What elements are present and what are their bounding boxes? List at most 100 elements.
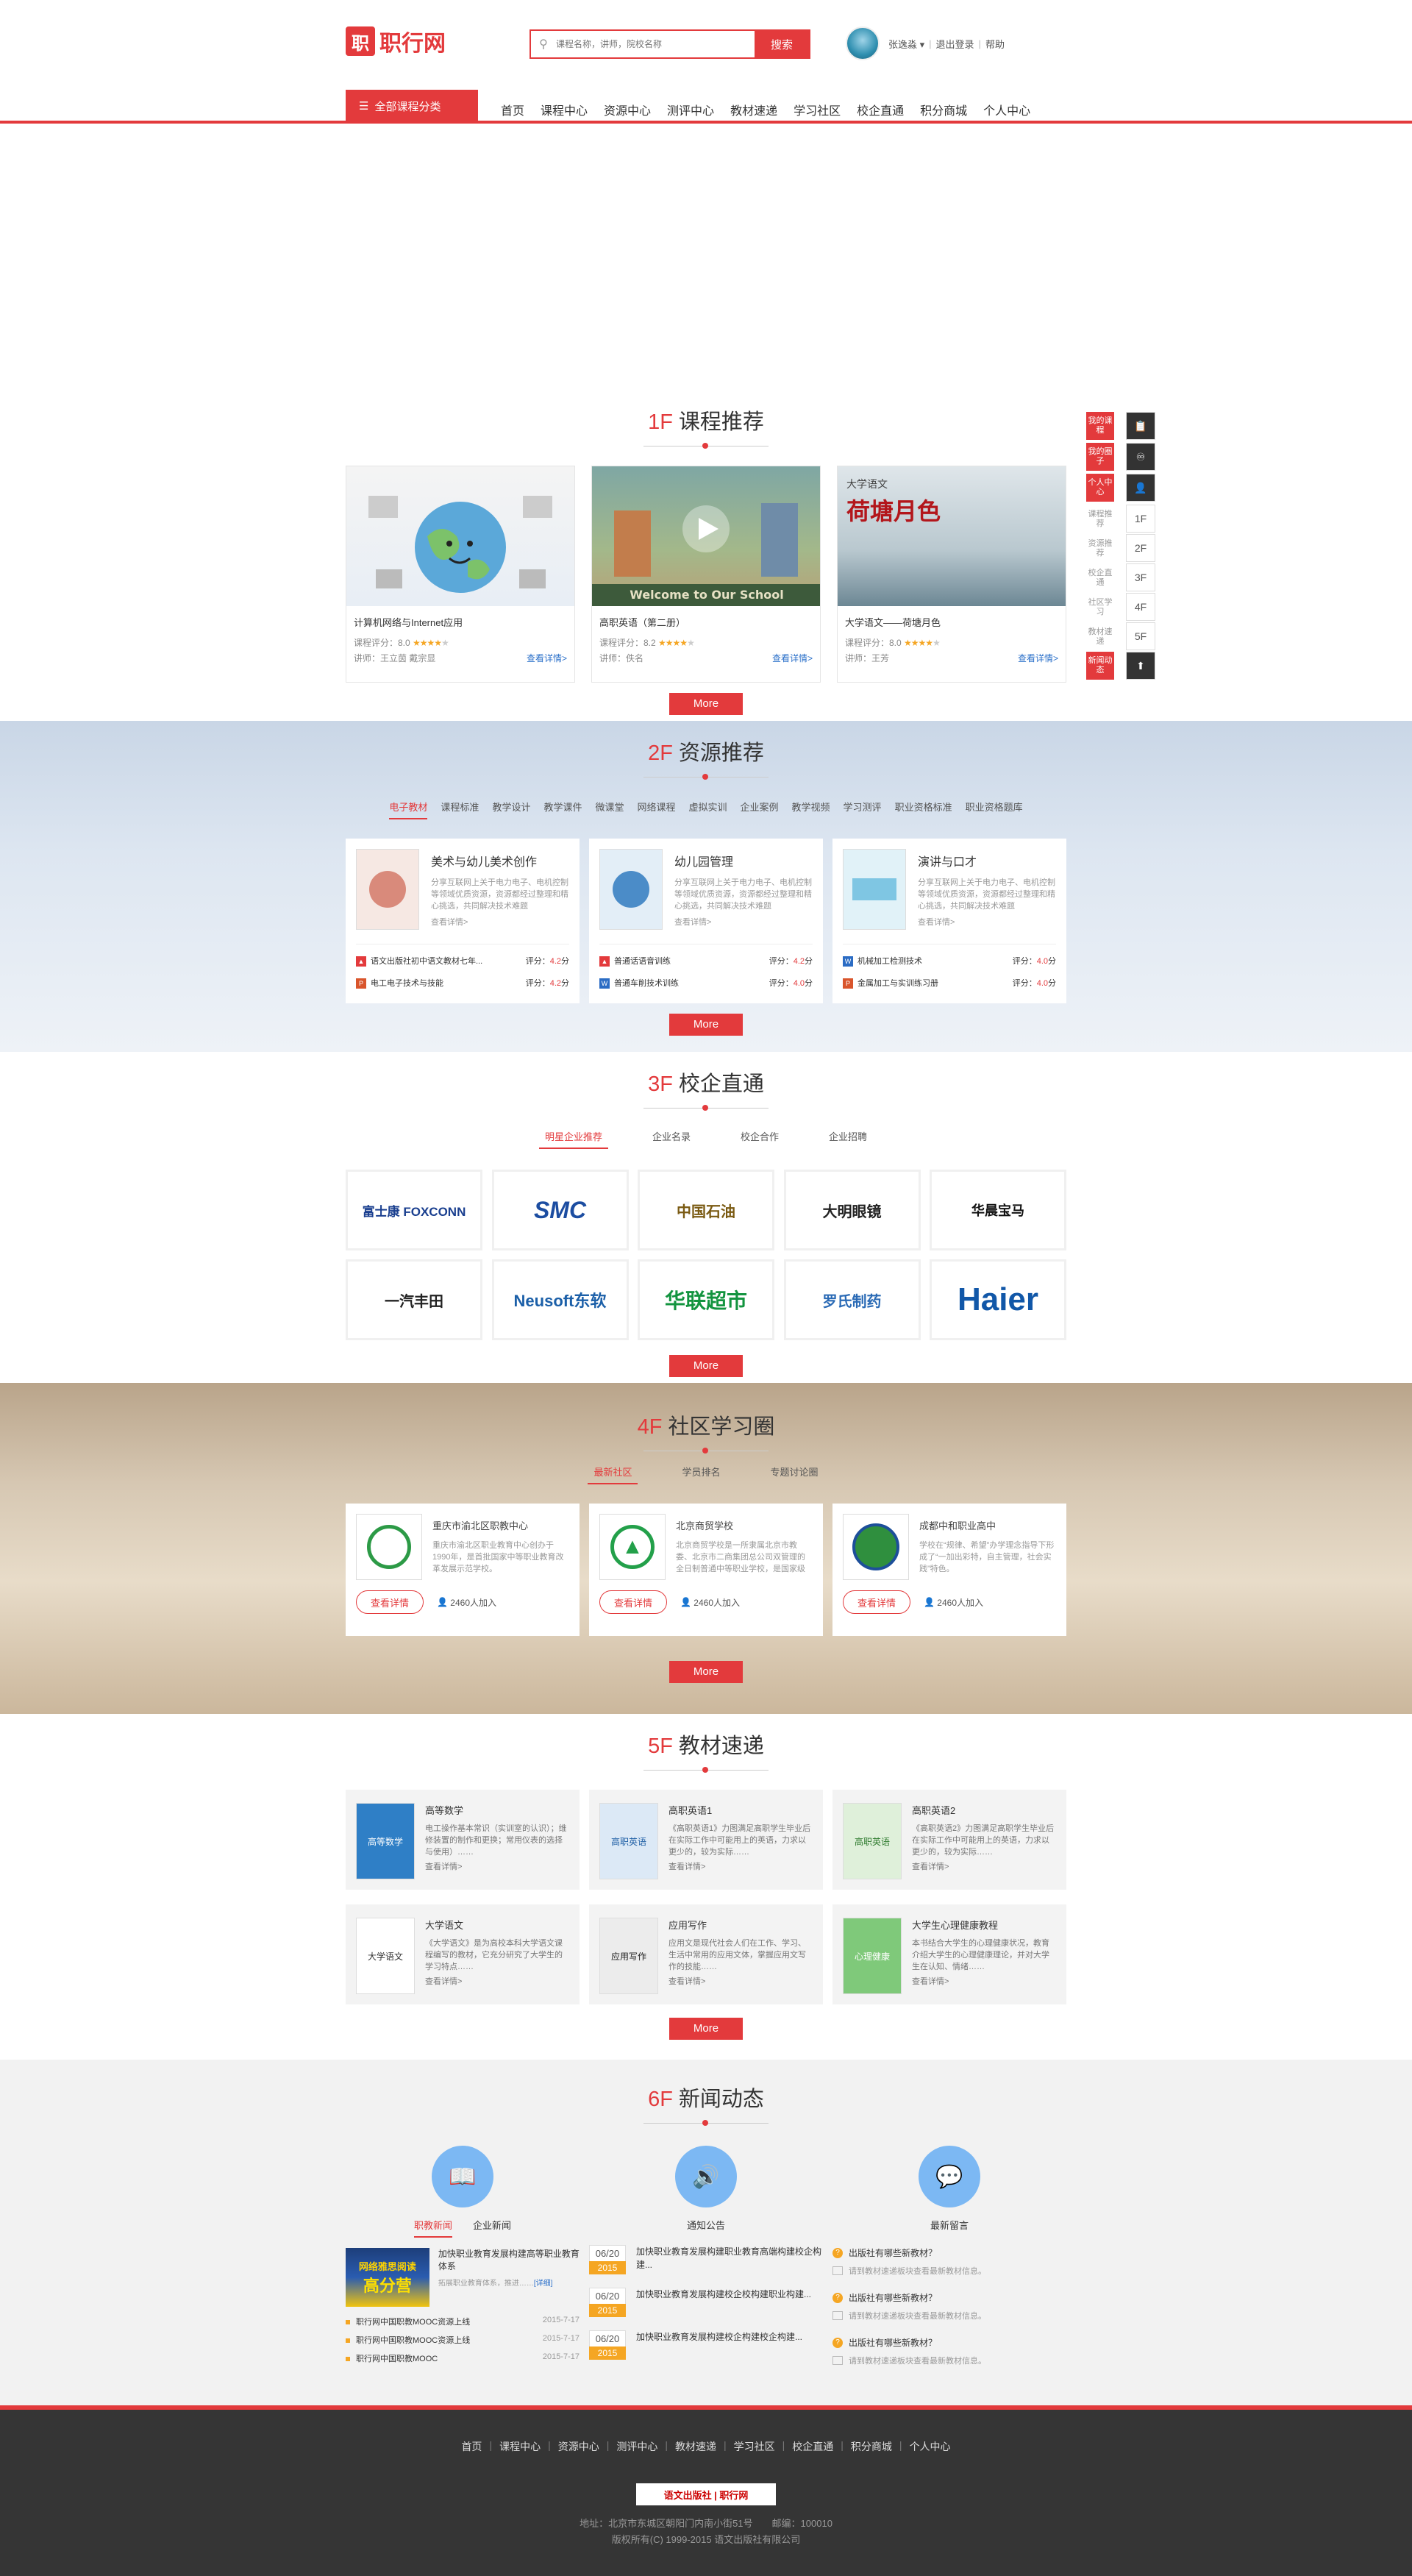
community-name[interactable]: 北京商贸学校	[676, 1518, 813, 1532]
floor-link[interactable]: 5F	[1126, 622, 1155, 650]
message-item[interactable]: ? 出版社有哪些新教材？ 请到教材速递板块查看最新教材信息。	[832, 2246, 1066, 2277]
textbook-cover[interactable]: 高职英语	[843, 1803, 902, 1879]
school-emblem[interactable]	[843, 1514, 909, 1580]
back-to-top-icon[interactable]: ⬆	[1126, 652, 1155, 680]
book-cover[interactable]	[356, 849, 419, 930]
textbook-title[interactable]: 应用写作	[668, 1918, 813, 1932]
nav-item[interactable]: 课程中心	[541, 101, 588, 118]
tab-item[interactable]: 虚拟实训	[689, 800, 727, 819]
book-cover[interactable]	[599, 849, 663, 930]
footer-link[interactable]: 个人中心	[910, 2439, 951, 2454]
floor-link[interactable]: 1F	[1126, 505, 1155, 533]
tab-item[interactable]: 电子教材	[389, 800, 428, 819]
resource-title[interactable]: 演讲与口才	[918, 852, 1056, 869]
more-button[interactable]: More	[669, 1014, 743, 1036]
footer-link[interactable]: 课程中心	[499, 2439, 541, 2454]
course-card[interactable]: 大学语文 荷塘月色 大学语文——荷塘月色 课程评分：8.0 ★★★★★ 讲师：王…	[837, 466, 1066, 683]
floor-link[interactable]: 3F	[1126, 563, 1155, 591]
logout-link[interactable]: 退出登录	[936, 37, 974, 51]
file-name[interactable]: 电工电子技术与技能	[371, 979, 443, 988]
tab-item[interactable]: 学习测评	[844, 800, 882, 819]
textbook-title[interactable]: 大学语文	[425, 1918, 569, 1932]
company-logo[interactable]: SMC	[491, 1170, 629, 1250]
school-emblem[interactable]: ▲	[599, 1514, 666, 1580]
company-logo[interactable]: Haier	[930, 1259, 1066, 1340]
book-cover[interactable]	[843, 849, 906, 930]
news-item[interactable]: 职行网中国职教MOOC资源上线 2015-7-17	[346, 2316, 580, 2327]
course-detail-link[interactable]: 查看详情>	[772, 652, 813, 664]
nav-item[interactable]: 教材速递	[730, 101, 777, 118]
view-detail-button[interactable]: 查看详情	[843, 1590, 910, 1614]
view-detail-button[interactable]: 查看详情	[356, 1590, 424, 1614]
resource-detail-link[interactable]: 查看详情>	[674, 917, 813, 928]
view-detail-button[interactable]: 查看详情	[599, 1590, 667, 1614]
textbook-detail-link[interactable]: 查看详情>	[425, 1976, 569, 1988]
nav-item[interactable]: 首页	[501, 101, 524, 118]
school-emblem[interactable]	[356, 1514, 422, 1580]
clipboard-icon[interactable]: 📋	[1126, 412, 1155, 440]
resource-detail-link[interactable]: 查看详情>	[431, 917, 569, 928]
notice-item[interactable]: 06/20 2015 加快职业教育发展构建职业教育高端构建校企构建...	[589, 2245, 823, 2274]
company-logo[interactable]: 一汽丰田	[346, 1259, 482, 1340]
textbook-title[interactable]: 高职英语1	[668, 1803, 813, 1817]
personal-center-link[interactable]: 个人中心	[1086, 474, 1114, 502]
course-card[interactable]: Welcome to Our School 高职英语（第二册） 课程评分：8.2…	[591, 466, 821, 683]
username[interactable]: 张逸淼 ▾	[888, 37, 924, 51]
footer-logo[interactable]: 语文出版社 | 职行网	[636, 2483, 776, 2505]
footer-link[interactable]: 首页	[461, 2439, 482, 2454]
textbook-detail-link[interactable]: 查看详情>	[425, 1861, 569, 1873]
floor-link-label[interactable]: 资源推荐	[1086, 534, 1114, 563]
search-input[interactable]	[556, 31, 755, 57]
textbook-title[interactable]: 高职英语2	[912, 1803, 1056, 1817]
file-name[interactable]: 语文出版社初中语文教材七年...	[371, 957, 482, 966]
message-item[interactable]: ? 出版社有哪些新教材？ 请到教材速递板块查看最新教材信息。	[832, 2291, 1066, 2321]
course-card[interactable]: 计算机网络与Internet应用 课程评分：8.0 ★★★★★ 讲师：王立茵 戴…	[346, 466, 575, 683]
nav-item[interactable]: 个人中心	[983, 101, 1030, 118]
tab-item[interactable]: 专题讨论圈	[765, 1465, 824, 1484]
site-logo[interactable]: 职 职行网	[346, 25, 446, 57]
floor-link[interactable]: 4F	[1126, 593, 1155, 621]
more-button[interactable]: More	[669, 2018, 743, 2040]
nav-item[interactable]: 资源中心	[604, 101, 651, 118]
community-name[interactable]: 成都中和职业高中	[919, 1518, 1056, 1532]
textbook-cover[interactable]: 应用写作	[599, 1918, 658, 1994]
nav-item[interactable]: 校企直通	[857, 101, 904, 118]
nav-item[interactable]: 积分商城	[920, 101, 967, 118]
textbook-cover[interactable]: 高等数学	[356, 1803, 415, 1879]
company-logo[interactable]: 大明眼镜	[783, 1170, 921, 1250]
headline-title[interactable]: 加快职业教育发展构建高等职业教育体系	[438, 2248, 580, 2273]
footer-link[interactable]: 积分商城	[851, 2439, 892, 2454]
tab-item[interactable]: 明星企业推荐	[538, 1129, 608, 1149]
tab-item[interactable]: 职业资格标准	[895, 800, 952, 819]
footer-link[interactable]: 校企直通	[792, 2439, 833, 2454]
news-thumbnail[interactable]: 网络雅思阅读 高分营	[346, 2248, 429, 2307]
tab-item[interactable]: 职教新闻	[413, 2218, 452, 2238]
file-name[interactable]: 金属加工与实训练习册	[857, 979, 938, 988]
resource-title[interactable]: 幼儿园管理	[674, 852, 813, 869]
speaker-icon[interactable]: 🔊	[675, 2146, 737, 2207]
textbook-cover[interactable]: 大学语文	[356, 1918, 415, 1994]
textbook-title[interactable]: 大学生心理健康教程	[912, 1918, 1056, 1932]
community-name[interactable]: 重庆市渝北区职教中心	[432, 1518, 569, 1532]
tab-item[interactable]: 校企合作	[735, 1129, 785, 1149]
my-circles-link[interactable]: 我的圈子	[1086, 443, 1114, 471]
floor-link-label[interactable]: 校企直通	[1086, 563, 1114, 593]
search-button[interactable]: 搜索	[755, 31, 809, 57]
resource-detail-link[interactable]: 查看详情>	[918, 917, 1056, 928]
floor-link[interactable]: 2F	[1126, 534, 1155, 562]
footer-link[interactable]: 资源中心	[558, 2439, 599, 2454]
course-detail-link[interactable]: 查看详情>	[1018, 652, 1058, 664]
textbook-detail-link[interactable]: 查看详情>	[668, 1861, 813, 1873]
floor-link-label[interactable]: 新闻动态	[1086, 652, 1114, 680]
company-logo[interactable]: 罗氏制药	[783, 1259, 921, 1340]
avatar[interactable]	[846, 26, 880, 60]
company-logo[interactable]: 华联超市	[638, 1259, 774, 1340]
tab-item[interactable]: 教学设计	[492, 800, 530, 819]
floor-link-label[interactable]: 课程推荐	[1086, 505, 1114, 534]
footer-link[interactable]: 学习社区	[734, 2439, 775, 2454]
user-icon[interactable]: 👤	[1126, 474, 1155, 502]
nav-item[interactable]: 测评中心	[667, 101, 714, 118]
notice-item[interactable]: 06/20 2015 加快职业教育发展构建校企构建校企构建...	[589, 2330, 823, 2360]
floor-link-label[interactable]: 教材速递	[1086, 622, 1114, 652]
tab-item[interactable]: 教学课件	[543, 800, 582, 819]
